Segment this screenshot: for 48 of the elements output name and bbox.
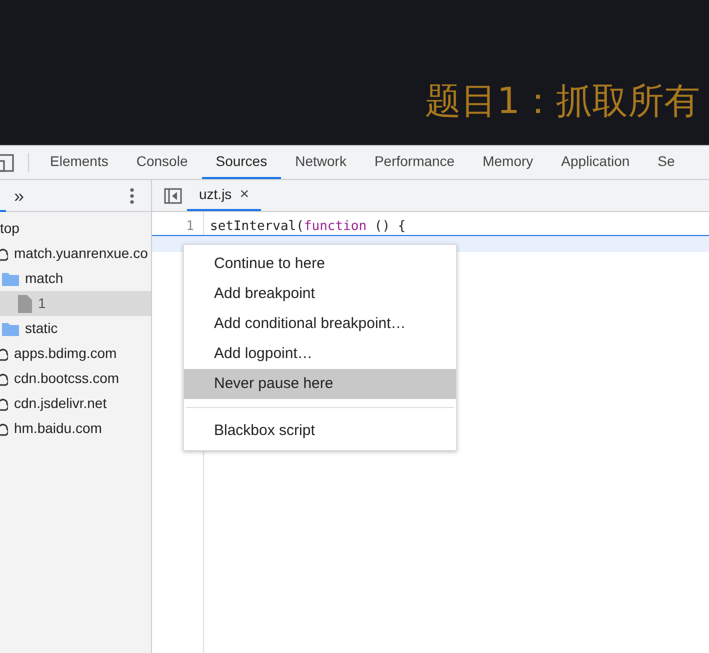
file-name: uzt.js bbox=[199, 185, 232, 204]
tree-item-label: 1 bbox=[38, 294, 46, 313]
tree-item-label: top bbox=[0, 219, 20, 238]
line-number: 1 bbox=[185, 218, 195, 236]
tree-item[interactable]: match bbox=[0, 266, 151, 291]
menu-item[interactable]: Add logpoint… bbox=[184, 339, 456, 369]
tree-item-label: cdn.jsdelivr.net bbox=[14, 394, 107, 413]
cloud-icon bbox=[0, 396, 8, 410]
menu-item[interactable]: Never pause here bbox=[184, 369, 456, 399]
tree-item-label: cdn.bootcss.com bbox=[14, 369, 120, 388]
tree-item[interactable]: 1 bbox=[0, 291, 151, 316]
panel-tab[interactable]: Application bbox=[547, 146, 644, 179]
sidebar-toggle-icon[interactable] bbox=[164, 188, 182, 204]
panel-tab[interactable]: Performance bbox=[360, 146, 469, 179]
panel-tab[interactable]: Console bbox=[122, 146, 202, 179]
tree-item[interactable]: match.yuanrenxue.co bbox=[0, 241, 151, 266]
tree-item[interactable]: cdn.bootcss.com bbox=[0, 366, 151, 391]
folder-icon bbox=[2, 272, 19, 286]
tree-item-label: match.yuanrenxue.co bbox=[14, 244, 148, 263]
panel-tab[interactable]: Elements bbox=[36, 146, 122, 179]
tree-item-label: match bbox=[25, 269, 64, 288]
tree-item-label: hm.baidu.com bbox=[14, 419, 102, 438]
tree-item[interactable]: top bbox=[0, 216, 151, 241]
menu-item[interactable]: Add breakpoint bbox=[184, 279, 456, 309]
cloud-icon bbox=[0, 422, 8, 436]
panel-tab[interactable]: Memory bbox=[468, 146, 548, 179]
tree-item[interactable]: hm.baidu.com bbox=[0, 416, 151, 441]
file-icon bbox=[18, 294, 32, 312]
panel-tab[interactable]: Network bbox=[281, 146, 360, 179]
cloud-icon bbox=[0, 372, 8, 386]
cloud-icon bbox=[0, 246, 8, 260]
tree-item-label: static bbox=[25, 319, 58, 338]
folder-icon bbox=[2, 322, 19, 336]
more-options-icon[interactable] bbox=[130, 188, 134, 204]
close-icon[interactable]: × bbox=[240, 182, 250, 206]
menu-item[interactable]: Add conditional breakpoint… bbox=[184, 309, 456, 339]
tree-item[interactable]: cdn.jsdelivr.net bbox=[0, 391, 151, 416]
menu-item[interactable]: Blackbox script bbox=[184, 416, 456, 446]
tree-item-label: apps.bdimg.com bbox=[14, 344, 117, 363]
tree-item[interactable]: static bbox=[0, 316, 151, 341]
code-line: setInterval(function () { bbox=[209, 218, 406, 236]
dock-icon[interactable] bbox=[0, 154, 14, 172]
more-tabs-button[interactable]: » bbox=[14, 186, 24, 204]
cloud-icon bbox=[0, 346, 8, 360]
menu-item[interactable]: Continue to here bbox=[184, 249, 456, 279]
panel-tab[interactable]: Se bbox=[644, 146, 689, 179]
page-heading: 题目1：抓取所有 bbox=[425, 82, 700, 122]
tree-item[interactable]: apps.bdimg.com bbox=[0, 341, 151, 366]
